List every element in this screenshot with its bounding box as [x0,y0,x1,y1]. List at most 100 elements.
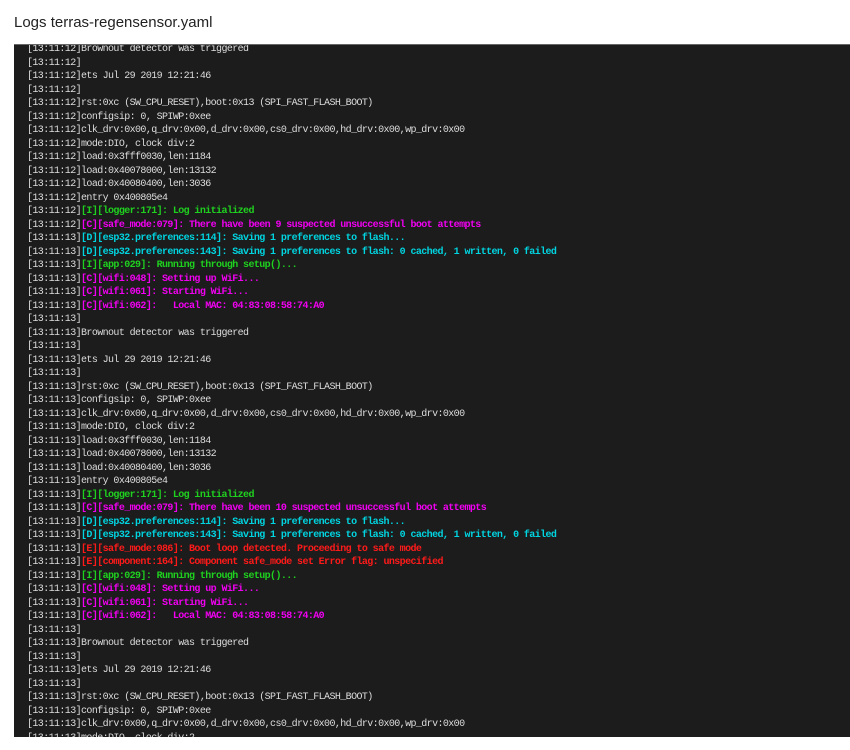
log-timestamp: [13:11:12] [27,152,82,163]
log-line: [13:11:12]load:0x40078000,len:13132 [27,165,850,179]
log-message: ets Jul 29 2019 12:21:46 [81,71,211,82]
log-message: load:0x40078000,len:13132 [81,449,217,460]
log-message: configsip: 0, SPIWP:0xee [81,111,211,123]
log-line: [13:11:13]load:0x40080400,len:3036 [27,462,850,476]
log-message: mode:DIO, clock div:2 [81,733,195,738]
log-message: entry 0x400805e4 [81,192,168,204]
log-line: [13:11:13][I][app:029]: Running through … [27,570,850,584]
log-timestamp: [13:11:13] [27,557,82,568]
log-line: [13:11:13][D][esp32.preferences:114]: Sa… [27,232,850,246]
log-timestamp: [13:11:13] [27,462,82,474]
log-line: [13:11:13][C][wifi:061]: Starting WiFi..… [27,597,850,611]
log-line: [13:11:13]rst:0xc (SW_CPU_RESET),boot:0x… [27,691,850,705]
log-timestamp: [13:11:13] [27,503,82,514]
log-line: [13:11:12] [27,84,850,98]
log-line: [13:11:13][C][wifi:061]: Starting WiFi..… [27,286,850,300]
log-timestamp: [13:11:13] [27,408,82,420]
log-timestamp: [13:11:13] [27,719,82,730]
log-message: [D][esp32.preferences:114]: Saving 1 pre… [81,233,406,244]
log-timestamp: [13:11:12] [27,192,82,204]
log-message: load:0x40080400,len:3036 [81,462,211,474]
log-line: [13:11:12][C][safe_mode:079]: There have… [27,219,850,233]
log-line: [13:11:13][I][app:029]: Running through … [27,259,850,273]
log-timestamp: [13:11:13] [27,638,82,649]
log-line: [13:11:12]Brownout detector was triggere… [27,44,850,57]
log-timestamp: [13:11:12] [27,71,82,82]
log-timestamp: [13:11:13] [27,530,82,541]
log-timestamp: [13:11:12] [27,125,82,136]
log-timestamp: [13:11:13] [27,624,82,636]
log-line: [13:11:13] [27,678,850,692]
log-line: [13:11:13][C][wifi:062]: Local MAC: 04:8… [27,300,850,314]
log-line: [13:11:13][C][wifi:048]: Setting up WiFi… [27,273,850,287]
log-timestamp: [13:11:13] [27,435,82,447]
log-line: [13:11:13]load:0x3fff0030,len:1184 [27,435,850,449]
log-line: [13:11:13] [27,651,850,665]
log-line: [13:11:13]entry 0x400805e4 [27,475,850,489]
log-line: [13:11:13][I][logger:171]: Log initializ… [27,489,850,503]
log-timestamp: [13:11:13] [27,341,82,352]
log-message: load:0x40078000,len:13132 [81,165,217,177]
log-message: clk_drv:0x00,q_drv:0x00,d_drv:0x00,cs0_d… [81,125,465,136]
log-timestamp: [13:11:13] [27,597,82,609]
page-title: Logs terras-regensensor.yaml [14,14,213,31]
log-message: ets Jul 29 2019 12:21:46 [81,665,211,676]
log-line: [13:11:13] [27,624,850,638]
log-line: [13:11:13]configsip: 0, SPIWP:0xee [27,394,850,408]
log-line: [13:11:13]mode:DIO, clock div:2 [27,732,850,738]
log-message: rst:0xc (SW_CPU_RESET),boot:0x13 (SPI_FA… [81,381,373,393]
log-message: [C][wifi:062]: Local MAC: 04:83:08:58:74… [81,611,325,622]
log-timestamp: [13:11:13] [27,314,82,325]
log-timestamp: [13:11:12] [27,165,82,177]
log-timestamp: [13:11:13] [27,395,82,406]
log-message: configsip: 0, SPIWP:0xee [81,395,211,406]
log-message: load:0x40080400,len:3036 [81,179,211,190]
log-line: [13:11:13]clk_drv:0x00,q_drv:0x00,d_drv:… [27,408,850,422]
log-line: [13:11:13][E][component:164]: Component … [27,556,850,570]
log-line: [13:11:12]mode:DIO, clock div:2 [27,138,850,152]
log-message: clk_drv:0x00,q_drv:0x00,d_drv:0x00,cs0_d… [81,719,465,730]
log-message: [D][esp32.preferences:143]: Saving 1 pre… [81,530,557,541]
log-message: [I][logger:171]: Log initialized [81,489,254,501]
log-message: [C][safe_mode:079]: There have been 10 s… [81,503,487,514]
log-line: [13:11:13] [27,367,850,381]
log-message: [E][safe_mode:086]: Boot loop detected. … [81,543,422,555]
log-timestamp: [13:11:13] [27,678,82,690]
log-message: entry 0x400805e4 [81,476,168,487]
log-timestamp: [13:11:13] [27,233,82,244]
log-line: [13:11:13][D][esp32.preferences:143]: Sa… [27,529,850,543]
log-timestamp: [13:11:13] [27,354,82,366]
log-console[interactable]: [13:11:12] Brownout detector was triggere… [14,44,850,737]
log-message: [C][wifi:061]: Starting WiFi... [81,597,249,609]
log-line: [13:11:13]Brownout detector was triggere… [27,637,850,651]
log-timestamp: [13:11:13] [27,705,82,717]
log-timestamp: [13:11:13] [27,368,82,379]
log-message: [D][esp32.preferences:114]: Saving 1 pre… [81,516,406,528]
log-timestamp: [13:11:13] [27,287,82,298]
log-timestamp: [13:11:12] [27,44,82,55]
log-timestamp: [13:11:12] [27,98,82,109]
log-line: [13:11:12][I][logger:171]: Log initializ… [27,205,850,219]
log-line: [13:11:13]ets Jul 29 2019 12:21:46 [27,664,850,678]
log-message: [I][app:029]: Running through setup()... [81,570,298,582]
log-message: Brownout detector was triggered [81,638,249,649]
log-message: ets Jul 29 2019 12:21:46 [81,354,211,366]
log-timestamp: [13:11:13] [27,381,82,393]
log-line: [13:11:12]load:0x3fff0030,len:1184 [27,151,850,165]
log-timestamp: [13:11:13] [27,584,82,595]
log-timestamp: [13:11:13] [27,665,82,676]
log-line: [13:11:13] [27,313,850,327]
log-timestamp: [13:11:13] [27,692,82,703]
log-lines: [13:11:12] Brownout detector was triggere… [27,44,850,738]
log-timestamp: [13:11:13] [27,300,82,312]
log-message: [C][wifi:048]: Setting up WiFi... [81,273,260,285]
log-line: [13:11:13]load:0x40078000,len:13132 [27,448,850,462]
log-timestamp: [13:11:13] [27,543,82,555]
log-line: [13:11:13] [27,340,850,354]
log-line: [13:11:13][C][wifi:062]: Local MAC: 04:8… [27,610,850,624]
log-line: [13:11:13][C][safe_mode:079]: There have… [27,502,850,516]
log-line: [13:11:12]clk_drv:0x00,q_drv:0x00,d_drv:… [27,124,850,138]
log-message: mode:DIO, clock div:2 [81,422,195,433]
log-message: rst:0xc (SW_CPU_RESET),boot:0x13 (SPI_FA… [81,98,373,109]
log-line: [13:11:13]Brownout detector was triggere… [27,327,850,341]
